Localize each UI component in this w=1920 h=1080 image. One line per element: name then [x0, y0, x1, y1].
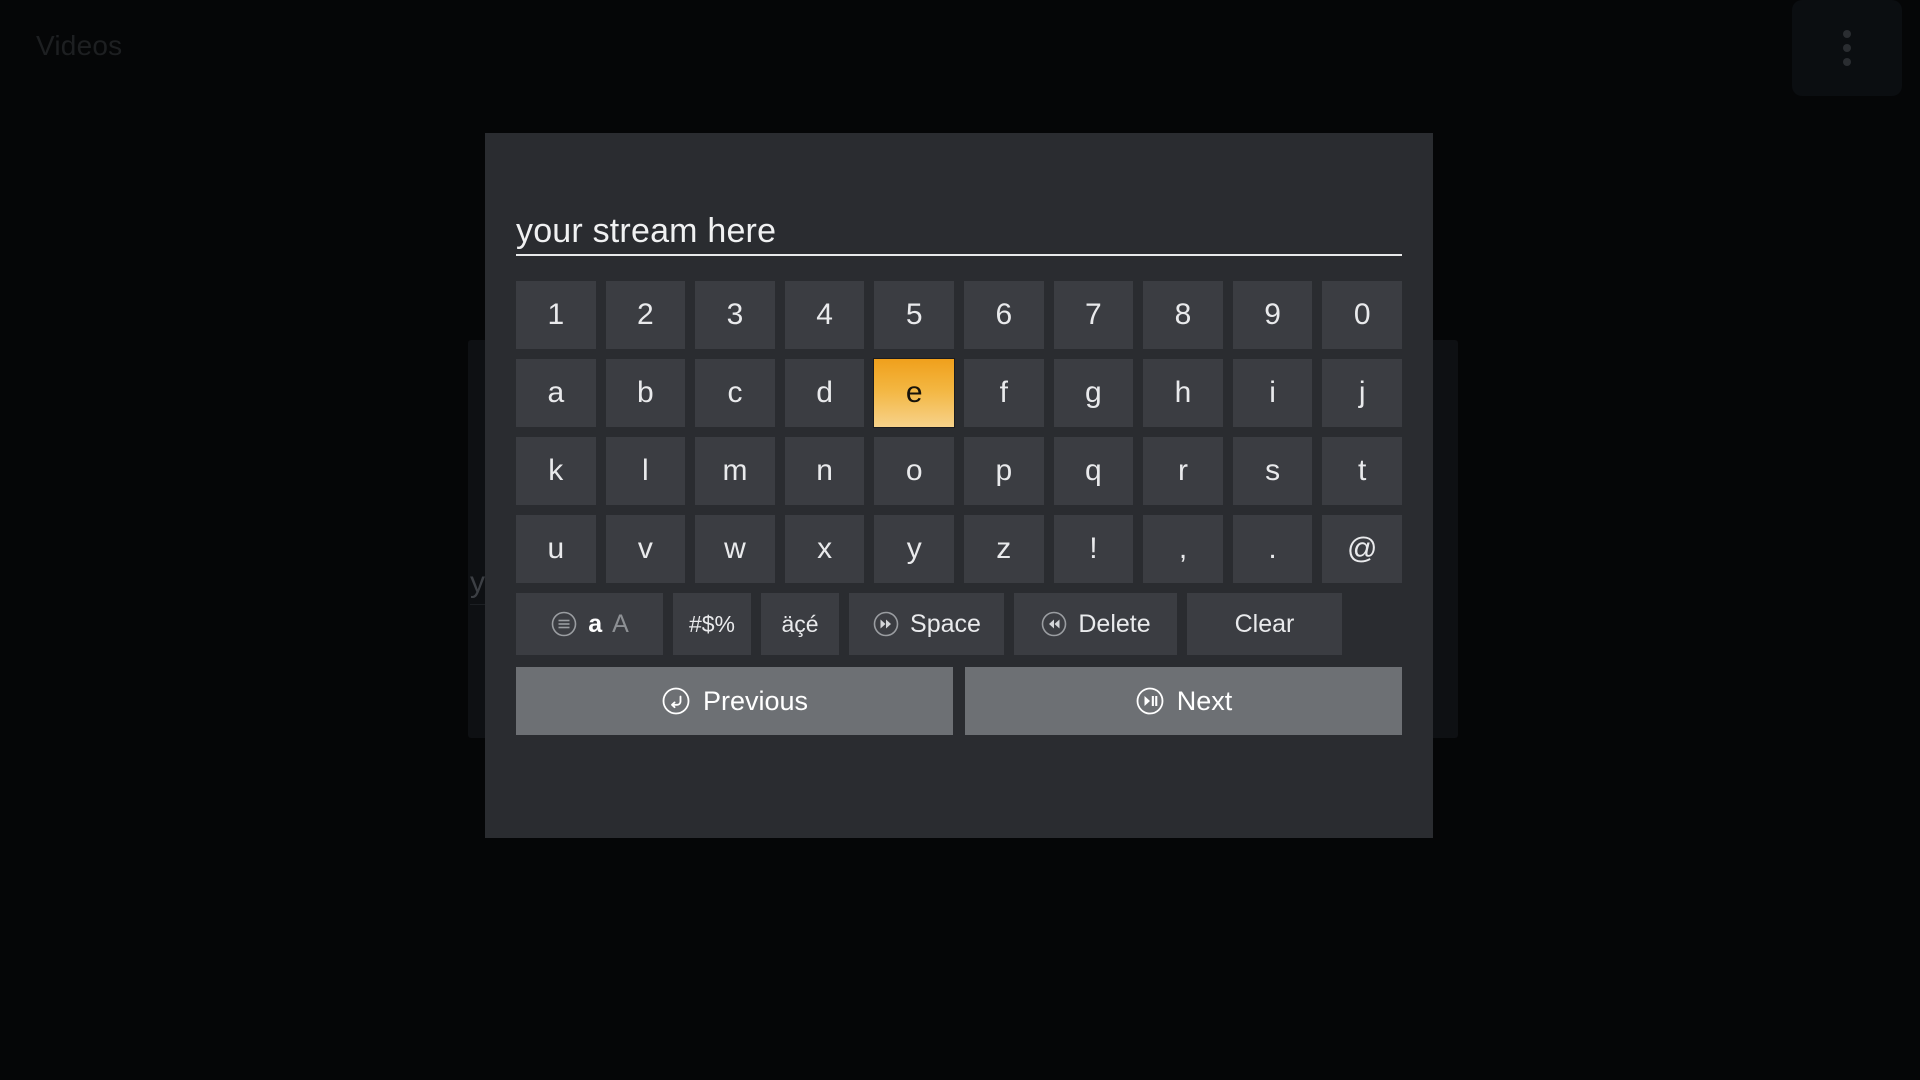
case-toggle-lower: a	[588, 609, 603, 638]
key-d[interactable]: d	[784, 359, 865, 427]
search-input[interactable]: your stream here	[516, 188, 1402, 256]
key-f[interactable]: f	[963, 359, 1044, 427]
case-toggle-key[interactable]: aA	[516, 593, 663, 655]
key-m[interactable]: m	[695, 437, 775, 505]
search-input-value: your stream here	[516, 211, 777, 250]
key-j[interactable]: j	[1322, 359, 1402, 427]
fast-forward-circle-icon	[873, 611, 899, 637]
key-row: klmnopqrst	[516, 437, 1402, 505]
accents-key[interactable]: äçé	[761, 593, 839, 655]
key-3[interactable]: 3	[695, 281, 775, 349]
key-1[interactable]: 1	[516, 281, 596, 349]
key-6[interactable]: 6	[963, 281, 1044, 349]
key-@[interactable]: @	[1322, 515, 1402, 583]
key-u[interactable]: u	[516, 515, 596, 583]
space-key[interactable]: Space	[849, 593, 1004, 655]
previous-button[interactable]: Previous	[516, 667, 953, 735]
key-r[interactable]: r	[1143, 437, 1223, 505]
key-l[interactable]: l	[605, 437, 686, 505]
key-.[interactable]: .	[1232, 515, 1313, 583]
key-o[interactable]: o	[874, 437, 954, 505]
key-0[interactable]: 0	[1322, 281, 1402, 349]
key-,[interactable]: ,	[1143, 515, 1223, 583]
key-8[interactable]: 8	[1143, 281, 1223, 349]
delete-key-label: Delete	[1078, 609, 1151, 638]
back-circle-icon	[662, 687, 690, 715]
key-p[interactable]: p	[963, 437, 1044, 505]
kebab-menu-icon	[1843, 30, 1851, 66]
delete-key[interactable]: Delete	[1014, 593, 1177, 655]
key-w[interactable]: w	[695, 515, 775, 583]
key-5[interactable]: 5	[874, 281, 954, 349]
key-b[interactable]: b	[605, 359, 686, 427]
next-button-label: Next	[1176, 685, 1233, 716]
key-y[interactable]: y	[874, 515, 954, 583]
clear-key[interactable]: Clear	[1187, 593, 1342, 655]
key-a[interactable]: a	[516, 359, 596, 427]
clear-key-label: Clear	[1234, 609, 1295, 638]
key-9[interactable]: 9	[1232, 281, 1313, 349]
key-7[interactable]: 7	[1053, 281, 1134, 349]
key-e[interactable]: e	[874, 359, 954, 427]
keyboard-content: your stream here 1234567890abcdefghijklm…	[516, 188, 1402, 735]
space-key-label: Space	[910, 609, 981, 638]
next-button[interactable]: Next	[965, 667, 1402, 735]
key-![interactable]: !	[1053, 515, 1134, 583]
key-k[interactable]: k	[516, 437, 596, 505]
background-text-field-value: y	[470, 566, 485, 599]
key-2[interactable]: 2	[605, 281, 686, 349]
accents-key-label: äçé	[781, 610, 819, 637]
key-x[interactable]: x	[784, 515, 865, 583]
key-row: abcdefghij	[516, 359, 1402, 427]
case-toggle-upper: A	[612, 609, 629, 638]
key-q[interactable]: q	[1053, 437, 1134, 505]
key-h[interactable]: h	[1143, 359, 1223, 427]
navigation-row: Previous Next	[516, 667, 1402, 735]
play-pause-circle-icon	[1136, 687, 1164, 715]
screen-root: Videos y your stream here 1234567890abcd…	[0, 0, 1920, 1080]
overflow-menu-button[interactable]	[1792, 0, 1902, 96]
key-z[interactable]: z	[963, 515, 1044, 583]
menu-circle-icon	[551, 611, 577, 637]
background-app-title: Videos	[36, 30, 123, 61]
function-row: aA #$% äçé Space Delete Clear	[516, 593, 1402, 655]
key-v[interactable]: v	[605, 515, 686, 583]
key-s[interactable]: s	[1232, 437, 1313, 505]
symbols-key[interactable]: #$%	[673, 593, 751, 655]
key-grid: 1 2 3 4 5 6 7 8 9 0 a b c d e f g h i j k l m n o p q r s t u v w x y z!,. @	[516, 281, 1402, 583]
key-g[interactable]: g	[1053, 359, 1134, 427]
key-n[interactable]: n	[784, 437, 865, 505]
key-4[interactable]: 4	[784, 281, 865, 349]
key-t[interactable]: t	[1322, 437, 1402, 505]
symbols-key-label: #$%	[688, 610, 736, 637]
key-i[interactable]: i	[1232, 359, 1313, 427]
rewind-circle-icon	[1042, 611, 1067, 637]
key-row: u v w x y z!,. @	[516, 515, 1402, 583]
key-row: 1234567890	[516, 281, 1402, 349]
previous-button-label: Previous	[702, 685, 809, 716]
key-c[interactable]: c	[695, 359, 775, 427]
onscreen-keyboard-dialog: your stream here 1234567890abcdefghijklm…	[485, 133, 1433, 838]
